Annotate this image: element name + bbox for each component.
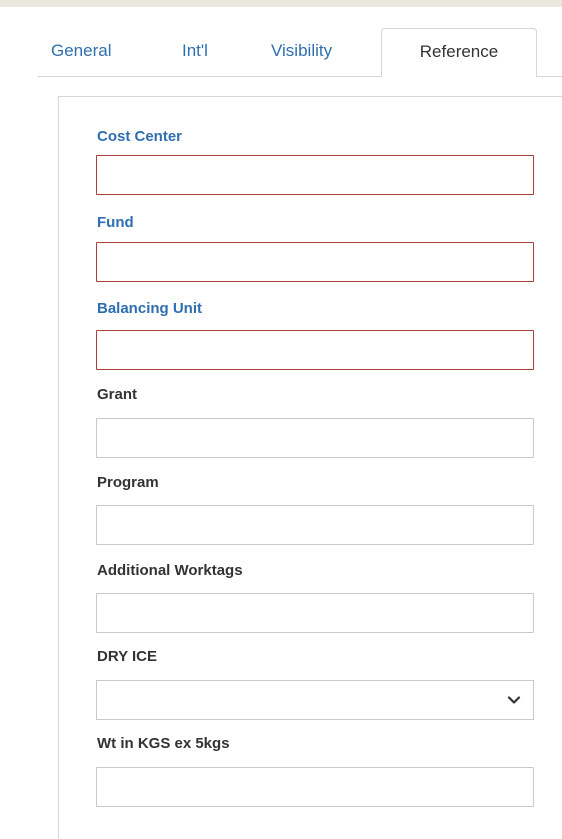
balancing-unit-label: Balancing Unit	[97, 300, 203, 317]
reference-panel	[58, 96, 562, 839]
program-input[interactable]	[96, 505, 534, 545]
top-strip	[0, 0, 562, 7]
fund-label: Fund	[97, 214, 134, 231]
grant-label: Grant	[97, 386, 138, 403]
tab-general[interactable]: General	[51, 28, 131, 76]
tab-reference[interactable]: Reference	[381, 28, 537, 77]
balancing-unit-input[interactable]	[96, 330, 534, 370]
additional-worktags-label: Additional Worktags	[97, 562, 243, 579]
cost-center-input[interactable]	[96, 155, 534, 195]
fund-input[interactable]	[96, 242, 534, 282]
cost-center-label: Cost Center	[97, 128, 183, 145]
tab-visibility[interactable]: Visibility	[271, 28, 361, 76]
tab-bar: General Int'l Visibility Reference	[38, 28, 562, 77]
wt-in-kgs-label: Wt in KGS ex 5kgs	[97, 735, 230, 752]
chevron-down-icon[interactable]	[507, 693, 521, 707]
dry-ice-select[interactable]	[96, 680, 534, 720]
additional-worktags-input[interactable]	[96, 593, 534, 633]
tab-intl[interactable]: Int'l	[182, 28, 222, 76]
wt-in-kgs-input[interactable]	[96, 767, 534, 807]
dry-ice-label: DRY ICE	[97, 648, 158, 665]
program-label: Program	[97, 474, 159, 491]
grant-input[interactable]	[96, 418, 534, 458]
